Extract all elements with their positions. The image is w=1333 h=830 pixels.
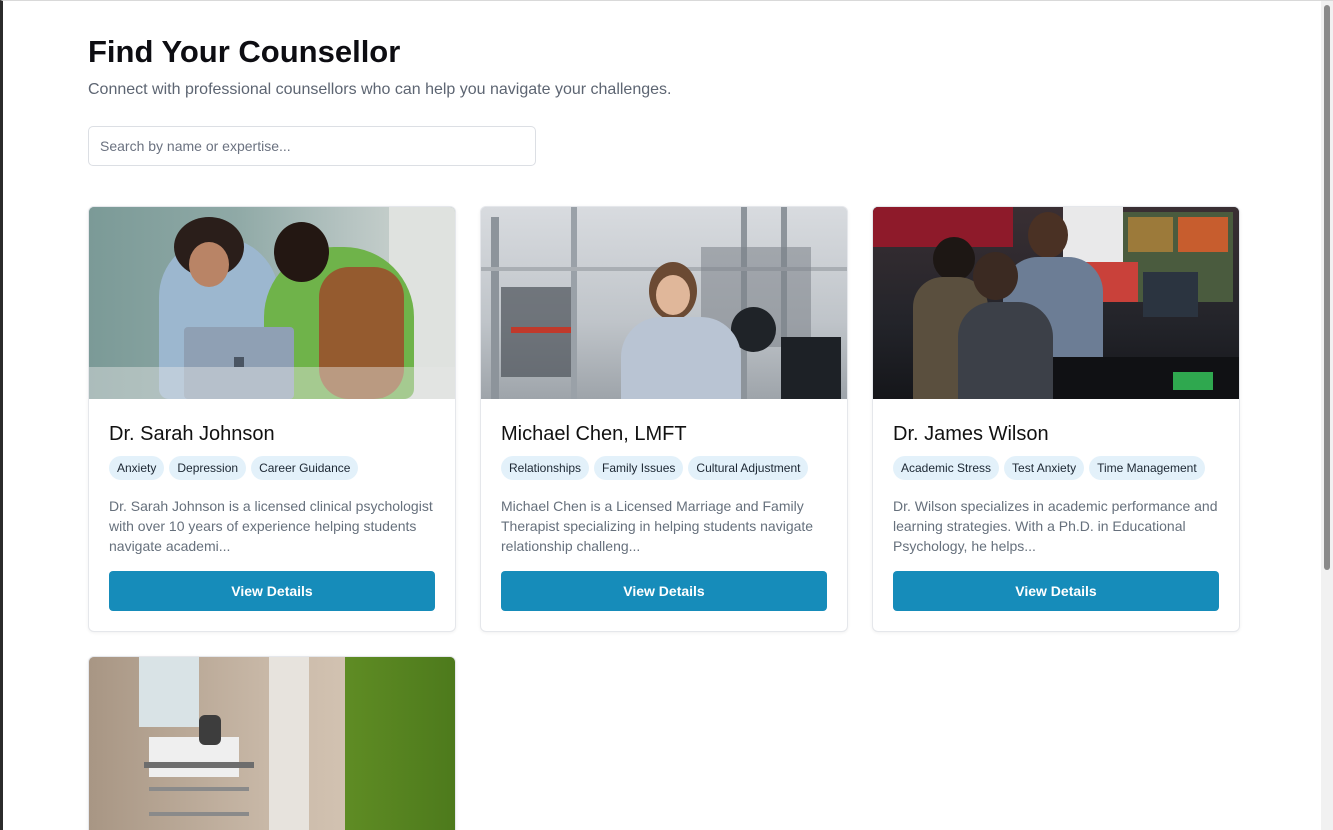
counsellor-description: Dr. Sarah Johnson is a licensed clinical… [109,498,433,554]
counsellor-description: Dr. Wilson specializes in academic perfo… [893,498,1218,554]
expertise-tag: Depression [169,456,247,480]
expertise-tag: Academic Stress [893,456,1000,480]
expertise-tag: Time Management [1089,456,1205,480]
vertical-scrollbar[interactable] [1321,1,1333,830]
view-details-button[interactable]: View Details [501,571,827,611]
expertise-tag: Anxiety [109,456,165,480]
counsellor-photo [89,207,455,399]
scrollbar-thumb[interactable] [1324,5,1330,570]
expertise-tag: Test Anxiety [1004,456,1085,480]
counsellor-card[interactable]: Dr. James Wilson Academic Stress Test An… [872,206,1240,632]
view-details-button[interactable]: View Details [109,571,435,611]
page-subtitle: Connect with professional counsellors wh… [88,81,672,98]
expertise-tag: Cultural Adjustment [688,456,809,480]
expertise-tags: Anxiety Depression Career Guidance [109,456,359,480]
view-details-button[interactable]: View Details [893,571,1219,611]
counsellor-name: Dr. Sarah Johnson [109,423,275,445]
expertise-tags: Academic Stress Test Anxiety Time Manage… [893,456,1205,480]
expertise-tag: Family Issues [594,456,684,480]
browser-viewport: Find Your Counsellor Connect with profes… [0,0,1333,830]
counsellor-description: Michael Chen is a Licensed Marriage and … [501,498,814,554]
counsellor-card[interactable] [88,656,456,830]
counsellor-photo [481,207,847,399]
counsellor-card[interactable]: Dr. Sarah Johnson Anxiety Depression Car… [88,206,456,632]
counsellor-photo [89,657,455,830]
expertise-tag: Relationships [501,456,590,480]
search-input[interactable] [88,126,536,166]
counsellor-photo [873,207,1239,399]
counsellor-card[interactable]: Michael Chen, LMFT Relationships Family … [480,206,848,632]
expertise-tag: Career Guidance [251,456,359,480]
counsellor-name: Michael Chen, LMFT [501,423,687,445]
counsellor-name: Dr. James Wilson [893,423,1049,445]
expertise-tags: Relationships Family Issues Cultural Adj… [501,456,809,480]
page-title: Find Your Counsellor [88,34,401,69]
